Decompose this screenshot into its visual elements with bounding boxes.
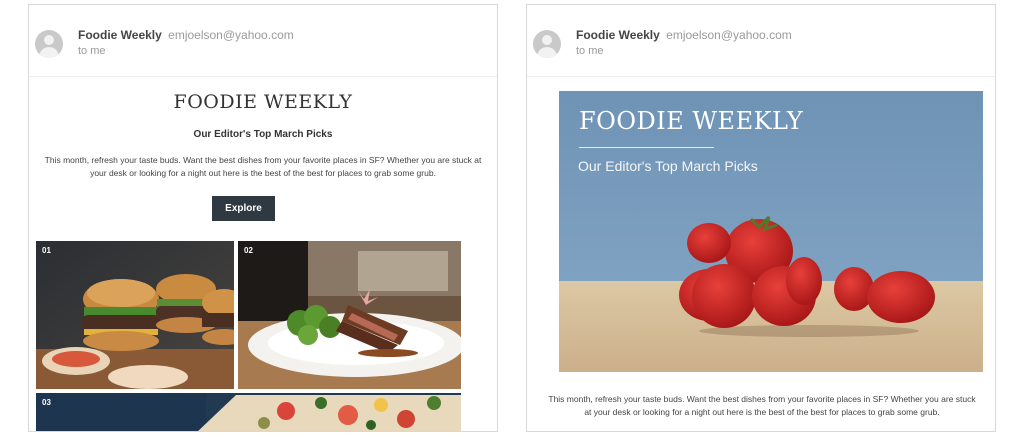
hero-subtitle: Our Editor's Top March Picks	[578, 158, 758, 174]
avatar	[35, 30, 63, 58]
email-header: Foodie Weekly emjoelson@yahoo.com to me	[29, 5, 497, 77]
sender-email[interactable]: emjoelson@yahoo.com	[666, 28, 792, 42]
hero-divider	[579, 147, 714, 148]
avatar	[533, 30, 561, 58]
tile-number: 01	[42, 246, 51, 255]
sender-name: Foodie Weekly	[576, 28, 660, 42]
intro-paragraph: This month, refresh your taste buds. Wan…	[44, 155, 482, 178]
email-header: Foodie Weekly emjoelson@yahoo.com to me	[527, 5, 995, 77]
sender-name: Foodie Weekly	[78, 28, 162, 42]
subheading: Our Editor's Top March Picks	[193, 129, 333, 140]
email-preview-card-1: Foodie Weekly emjoelson@yahoo.com to me …	[28, 4, 498, 432]
steak-broccoli-plate-photo	[238, 241, 461, 389]
sender-line: Foodie Weekly emjoelson@yahoo.com	[576, 28, 792, 42]
sender-email[interactable]: emjoelson@yahoo.com	[168, 28, 294, 42]
explore-button[interactable]: Explore	[212, 196, 275, 221]
burgers-photo	[36, 241, 234, 389]
hero-title: FOODIE WEEKLY	[579, 107, 804, 135]
recipient-label: to me	[78, 45, 106, 57]
hero-banner[interactable]: FOODIE WEEKLY Our Editor's Top March Pic…	[559, 91, 983, 372]
sender-line: Foodie Weekly emjoelson@yahoo.com	[78, 28, 294, 42]
intro-paragraph: This month, refresh your taste buds. Wan…	[548, 394, 976, 417]
pizza-photo-tile[interactable]: 03	[36, 393, 461, 431]
burgers-photo-tile[interactable]: 01	[36, 241, 234, 389]
steak-plate-photo-tile[interactable]: 02	[238, 241, 461, 389]
tile-number: 03	[42, 398, 51, 407]
tile-number: 02	[244, 246, 253, 255]
brand-title: FOODIE WEEKLY	[173, 91, 353, 113]
email-preview-card-2: Foodie Weekly emjoelson@yahoo.com to me	[526, 4, 996, 432]
recipient-label: to me	[576, 45, 604, 57]
pizza-photo	[36, 393, 461, 431]
